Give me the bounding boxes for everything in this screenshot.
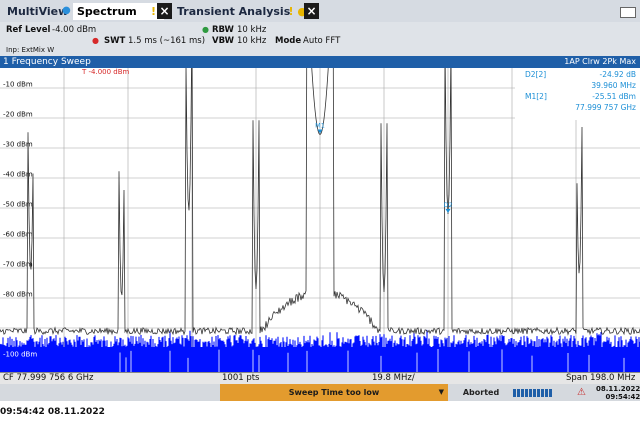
ref-level-label: Ref Level — [6, 25, 51, 35]
vbw-label: VBW — [212, 36, 234, 46]
y-tick-label: -20 dBm — [3, 111, 33, 119]
aborted-status: Aborted — [462, 388, 500, 397]
marker-label: M1 — [315, 122, 325, 130]
swt-value[interactable]: 1.5 ms (~161 ms) — [128, 36, 205, 46]
trace-window-header: 1 Frequency Sweep 1AP Clrw 2Pk Max — [0, 56, 640, 68]
pin-icon: ! — [150, 5, 156, 18]
message-bar: Sweep Time too low ▼ Aborted ⚠ 08.11.202… — [0, 384, 640, 401]
center-frequency[interactable]: CF 77.999 756 6 GHz — [3, 373, 93, 384]
input-info: Inp: ExtMix W — [6, 46, 55, 54]
per-division: 19.8 MHz/ — [372, 373, 415, 383]
y-tick-label: -50 dBm — [3, 201, 33, 209]
window-menu-icon[interactable] — [620, 7, 636, 18]
trace-window-title: 1 Frequency Sweep — [3, 57, 91, 67]
ref-level-value[interactable]: -4.00 dBm — [52, 25, 96, 35]
progress-bar — [513, 389, 553, 397]
y-tick-label: -80 dBm — [3, 291, 33, 299]
y-tick-label: -60 dBm — [3, 231, 33, 239]
points-count: 1001 pts — [222, 373, 260, 383]
marker-label: D2 — [443, 201, 452, 209]
y-tick-label: -90 dBm — [3, 321, 33, 329]
marker-table-value: -24.92 dB — [600, 70, 636, 79]
dropdown-arrow-icon: ▼ — [438, 388, 444, 396]
y-tick-label: -70 dBm — [3, 261, 33, 269]
ref-level-marker: T -4.000 dBm — [81, 68, 130, 76]
tab-bar: MultiView ● Spectrum ! × Transient Analy… — [0, 0, 640, 22]
swt-label: SWT — [104, 36, 126, 46]
settings-bar: Ref Level -4.00 dBm Inp: ExtMix W ● SWT … — [0, 22, 640, 56]
rbw-value[interactable]: 10 kHz — [237, 25, 266, 35]
rbw-label: RBW — [212, 25, 234, 35]
marker-table-name: D2[2] — [525, 70, 546, 79]
marker-table-frequency: 39.960 MHz — [591, 81, 636, 90]
mode-label: Mode — [275, 36, 302, 46]
multiview-indicator-icon: ● — [62, 5, 71, 16]
mode-value[interactable]: Auto FFT — [303, 36, 340, 46]
spectrum-plot[interactable]: -10 dBm-20 dBm-30 dBm-40 dBm-50 dBm-60 d… — [0, 68, 640, 372]
marker-table-value: -25.51 dBm — [592, 92, 636, 101]
status-bar: CF 77.999 756 6 GHz 1001 pts 19.8 MHz/ S… — [0, 372, 640, 384]
vbw-value[interactable]: 10 kHz — [237, 36, 266, 46]
close-transient-button[interactable]: × — [304, 3, 319, 19]
tab-spectrum-label: Spectrum — [77, 5, 137, 18]
marker-table-frequency: 77.999 757 GHz — [575, 103, 636, 112]
warning-text: Sweep Time too low — [288, 388, 380, 397]
clock-time: 09:54:42 — [605, 393, 640, 401]
close-spectrum-button[interactable]: × — [157, 3, 172, 19]
marker-table-name: M1[2] — [525, 92, 547, 101]
rbw-status-icon: ● — [202, 25, 209, 34]
span-value[interactable]: Span 198.0 MHz — [566, 373, 635, 384]
y-tick-label: -10 dBm — [3, 81, 33, 89]
y-tick-label: -100 dBm — [3, 351, 37, 359]
sweep-time-warning[interactable]: Sweep Time too low ▼ — [220, 384, 448, 401]
swt-status-icon: ● — [92, 36, 99, 45]
network-icon[interactable]: ⚠ — [577, 387, 586, 398]
tab-transient-analysis[interactable]: Transient Analysis ! ● — [173, 3, 311, 20]
clock: 08.11.2022 09:54:42 — [596, 385, 640, 401]
marker-table: D2[2] -24.92 dB 39.960 MHz M1[2] -25.51 dBm 7… — [515, 68, 640, 120]
trace-info: 1AP Clrw 2Pk Max — [564, 57, 636, 66]
tab-transient-label: Transient Analysis — [177, 5, 291, 18]
tab-spectrum[interactable]: Spectrum ! — [73, 3, 164, 20]
clock-date: 08.11.2022 — [596, 385, 640, 393]
screenshot-timestamp: 09:54:42 08.11.2022 — [0, 407, 105, 417]
